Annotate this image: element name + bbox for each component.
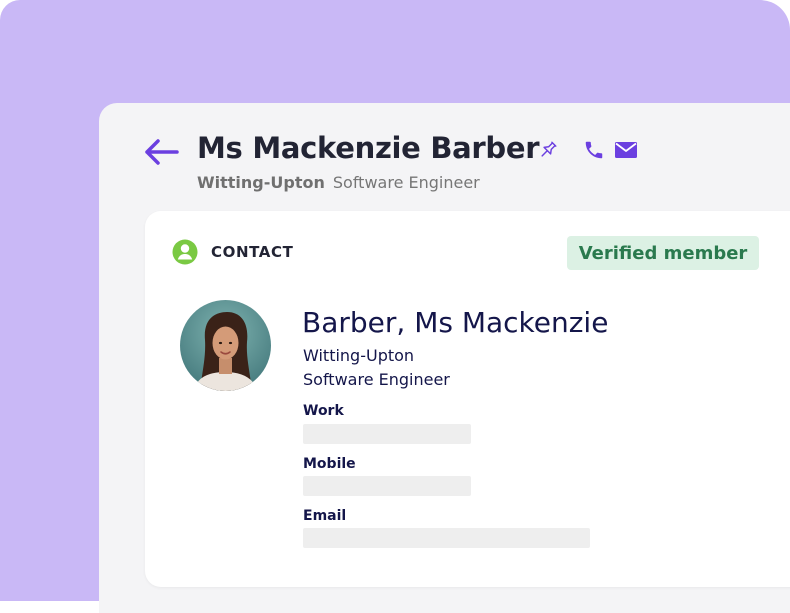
contact-company: Witting-Upton [303, 346, 415, 365]
work-label: Work [303, 403, 344, 419]
header-subtitle: Witting-Upton Software Engineer [197, 173, 480, 192]
header-job-title: Software Engineer [332, 173, 480, 192]
avatar-photo [180, 300, 271, 391]
section-label: CONTACT [211, 243, 294, 261]
pin-icon [541, 141, 557, 157]
work-phone-field[interactable] [303, 424, 471, 444]
page-title: Ms Mackenzie Barber [197, 131, 540, 165]
phone-icon [585, 141, 603, 159]
mobile-label: Mobile [303, 456, 356, 472]
status-badge: Verified member [567, 236, 759, 270]
mobile-phone-field[interactable] [303, 476, 471, 496]
header-company: Witting-Upton [197, 173, 325, 192]
contact-job-title: Software Engineer [303, 370, 450, 389]
email-button[interactable] [614, 140, 638, 160]
back-button[interactable] [142, 136, 180, 168]
user-circle-icon [172, 239, 198, 265]
pin-button[interactable] [536, 138, 560, 162]
call-button[interactable] [583, 139, 605, 161]
email-field[interactable] [303, 528, 590, 548]
email-label: Email [303, 508, 347, 524]
contact-name: Barber, Ms Mackenzie [302, 306, 609, 339]
arrow-left-icon [145, 139, 179, 165]
avatar [180, 300, 271, 391]
mail-icon [615, 142, 637, 158]
